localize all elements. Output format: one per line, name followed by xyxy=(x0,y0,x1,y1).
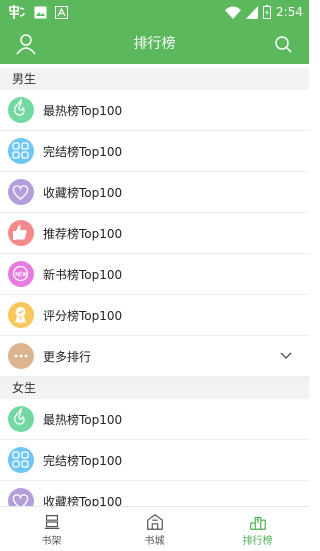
wifi-icon xyxy=(225,6,242,19)
ranking-item[interactable]: 最热榜Top100 xyxy=(0,399,309,440)
ranking-item-label: 完结榜Top100 xyxy=(43,453,123,468)
ranking-item[interactable]: 新书榜Top100 xyxy=(0,254,309,295)
ranking-item-label: 完结榜Top100 xyxy=(43,144,123,159)
ranking-item[interactable]: 完结榜Top100 xyxy=(0,131,309,172)
heart-icon xyxy=(8,488,34,506)
chevron-down-icon[interactable] xyxy=(279,349,293,363)
grid-icon xyxy=(8,447,34,473)
ranking-item-label: 更多排行 xyxy=(43,349,92,364)
battery-icon xyxy=(263,5,272,19)
user-icon xyxy=(16,34,36,55)
ranking-item[interactable]: 最热榜Top100 xyxy=(0,90,309,131)
tab-bookshelf[interactable]: 书架 xyxy=(0,507,103,551)
ranking-item[interactable]: 完结榜Top100 xyxy=(0,440,309,481)
thumbs-up-icon xyxy=(8,220,34,246)
award-icon xyxy=(8,302,34,328)
ranking-item[interactable]: 更多排行 xyxy=(0,336,309,377)
ranking-item-label: 收藏榜Top100 xyxy=(43,494,123,507)
ranking-icon xyxy=(249,516,266,530)
bookstore-icon xyxy=(146,513,163,530)
text-notification-icon xyxy=(55,5,68,19)
search-button[interactable] xyxy=(271,32,295,56)
status-notification-icons xyxy=(8,4,68,20)
grid-icon xyxy=(8,138,34,164)
ranking-item-label: 推荐榜Top100 xyxy=(43,226,123,241)
profile-button[interactable] xyxy=(14,32,38,56)
page-title: 排行榜 xyxy=(133,36,176,52)
tab-label: 书架 xyxy=(41,535,62,547)
app-bar: 排行榜 xyxy=(0,24,309,64)
ranking-item-label: 最热榜Top100 xyxy=(43,412,123,427)
status-time: 2:54 xyxy=(276,5,303,19)
signal-icon xyxy=(246,5,259,19)
ranking-list[interactable]: 男生最热榜Top100 完结榜Top100 收藏榜Top100 推荐榜Top100 新书… xyxy=(0,68,309,506)
section-header: 男生 xyxy=(0,68,309,90)
new-badge-icon xyxy=(8,261,34,287)
ranking-item-label: 收藏榜Top100 xyxy=(43,185,123,200)
ranking-item[interactable]: 收藏榜Top100 xyxy=(0,481,309,506)
ranking-item-label: 评分榜Top100 xyxy=(43,308,123,323)
status-system-icons: 2:54 xyxy=(225,3,303,21)
search-icon xyxy=(275,36,292,53)
tab-label: 书城 xyxy=(144,535,165,547)
section-header: 女生 xyxy=(0,377,309,399)
image-notification-icon xyxy=(34,6,47,18)
ranking-item[interactable]: 收藏榜Top100 xyxy=(0,172,309,213)
bottom-tab-bar: 书架 书城 排行榜 xyxy=(0,506,309,551)
ranking-item-label: 新书榜Top100 xyxy=(43,267,123,282)
heart-icon xyxy=(8,179,34,205)
more-icon xyxy=(8,343,34,369)
status-bar: 2:54 xyxy=(0,0,309,24)
ranking-item-label: 最热榜Top100 xyxy=(43,103,123,118)
ranking-sections: 男生最热榜Top100 完结榜Top100 收藏榜Top100 推荐榜Top100 新书… xyxy=(0,68,309,506)
tab-bookstore[interactable]: 书城 xyxy=(103,507,206,551)
tab-label: 排行榜 xyxy=(242,535,273,547)
flame-icon xyxy=(8,406,34,432)
ranking-item[interactable]: 推荐榜Top100 xyxy=(0,213,309,254)
flame-icon xyxy=(8,97,34,123)
bookshelf-icon xyxy=(44,514,59,529)
tab-ranking[interactable]: 排行榜 xyxy=(206,507,309,551)
app-notification-icon xyxy=(9,5,25,19)
ranking-item[interactable]: 评分榜Top100 xyxy=(0,295,309,336)
